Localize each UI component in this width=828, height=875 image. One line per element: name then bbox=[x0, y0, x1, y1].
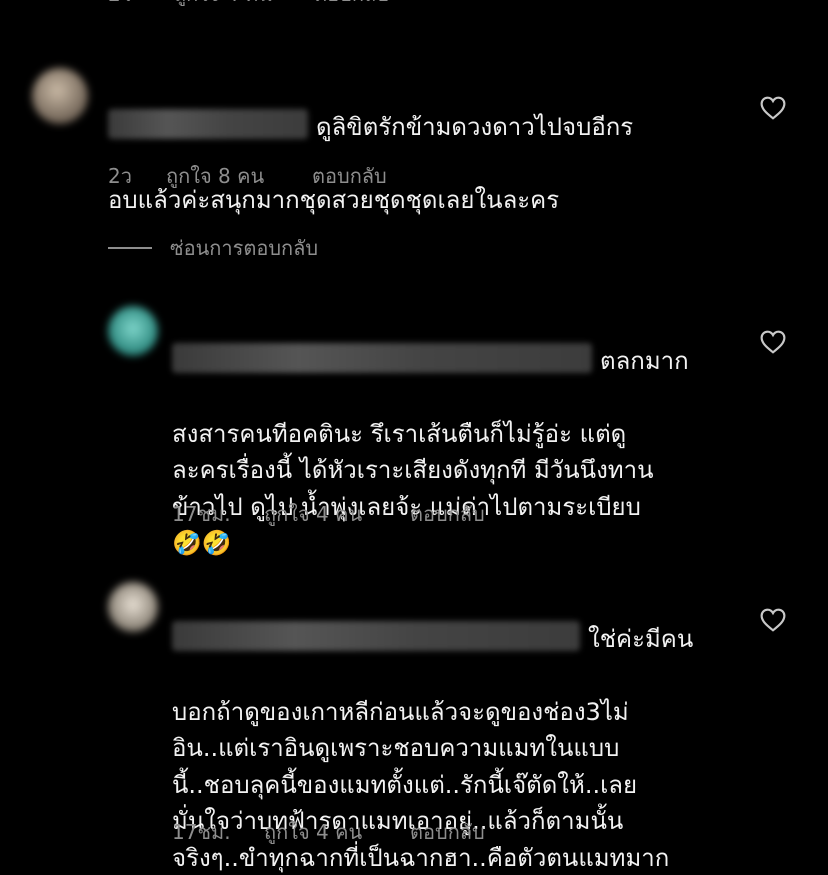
heart-icon[interactable] bbox=[760, 608, 786, 632]
username[interactable] bbox=[172, 342, 592, 373]
heart-icon[interactable] bbox=[760, 330, 786, 354]
hide-replies-button[interactable]: ซ่อนการตอบกลับ bbox=[108, 232, 318, 264]
comment-text: ดูลิขิตรักข้ามดวงดาวไปจบอีกร อบแล้วค่ะสน… bbox=[108, 72, 748, 218]
like-count[interactable]: ถูกใจ 4 คน bbox=[174, 0, 272, 10]
comment-text-first-line: ตลกมาก bbox=[600, 346, 689, 375]
avatar[interactable] bbox=[32, 68, 88, 124]
comment-time: 2ว bbox=[108, 164, 132, 188]
like-count[interactable]: ถูกใจ 4 คน bbox=[264, 498, 410, 530]
heart-icon[interactable] bbox=[760, 96, 786, 120]
comment-meta: 2ว ถูกใจ 8 คน ตอบกลับ bbox=[108, 160, 387, 192]
comment-meta: 17ชม. ถูกใจ 4 คน ตอบกลับ bbox=[172, 498, 485, 530]
avatar[interactable] bbox=[108, 582, 158, 632]
reply-button[interactable]: ตอบกลับ bbox=[314, 0, 389, 10]
comment-text-first-line: ใช่ค่ะมีคน bbox=[588, 624, 694, 653]
comment-time: 17ชม. bbox=[172, 820, 231, 844]
reply-button[interactable]: ตอบกลับ bbox=[410, 498, 485, 530]
comment-text-first-line: ดูลิขิตรักข้ามดวงดาวไปจบอีกร bbox=[316, 112, 634, 141]
username[interactable] bbox=[172, 620, 580, 651]
like-count[interactable]: ถูกใจ 8 คน bbox=[166, 160, 312, 192]
comment-text-body: สงสารคนทีอคตินะ รึเราเส้นตืนก็ไม่รู้อ่ะ … bbox=[172, 419, 654, 558]
comment-meta: 17ชม. ถูกใจ 4 คน ตอบกลับ bbox=[172, 816, 485, 848]
divider-line bbox=[108, 247, 152, 249]
previous-comment-meta: 2ว ถูกใจ 4 คน ตอบกลับ bbox=[108, 0, 389, 10]
reply-button[interactable]: ตอบกลับ bbox=[410, 816, 485, 848]
like-count[interactable]: ถูกใจ 4 คน bbox=[264, 816, 410, 848]
reply-button[interactable]: ตอบกลับ bbox=[312, 160, 387, 192]
username[interactable] bbox=[108, 108, 308, 139]
avatar[interactable] bbox=[108, 306, 158, 356]
comments-screen: 2ว ถูกใจ 4 คน ตอบกลับ ดูลิขิตรักข้ามดวงด… bbox=[0, 0, 828, 875]
comment-time: 2ว bbox=[108, 0, 132, 10]
hide-replies-label[interactable]: ซ่อนการตอบกลับ bbox=[170, 232, 318, 264]
comment-time: 17ชม. bbox=[172, 502, 231, 526]
